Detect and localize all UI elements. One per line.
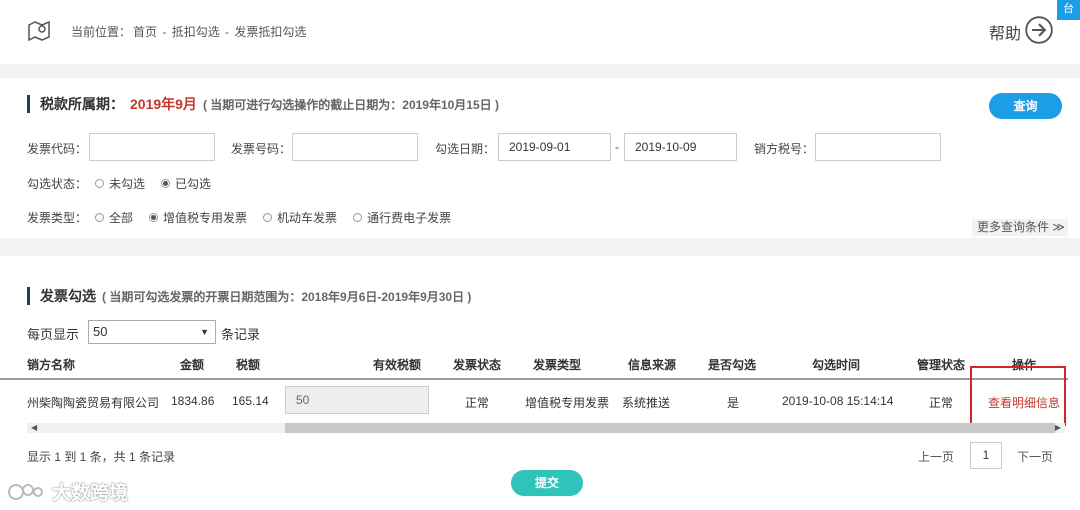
arrow-right-circle-icon[interactable] (1025, 16, 1053, 44)
watermark: 大数跨境 (6, 478, 128, 505)
next-page-button[interactable]: 下一页 (1017, 448, 1053, 465)
highlight-box (970, 366, 1066, 426)
per-page-value: 50 (93, 324, 108, 339)
tax-period-header: 税款所属期： 2019年9月 ( 当期可进行勾选操作的截止日期为：2019年10… (27, 94, 499, 114)
breadcrumb-level2: 发票抵扣勾选 (234, 25, 307, 39)
help-link[interactable]: 帮助 (989, 20, 1021, 44)
radio-label[interactable]: 全部 (109, 209, 133, 226)
breadcrumb-sep: - (159, 25, 170, 39)
col-header-source[interactable]: 信息来源 (628, 356, 676, 373)
col-header-tax[interactable]: 税额 (236, 356, 260, 373)
breadcrumb: 当前位置： 首页 - 抵扣勾选 - 发票抵扣勾选 (71, 23, 308, 40)
watermark-text: 大数跨境 (52, 483, 129, 504)
radio-toll-e-invoice[interactable] (353, 213, 363, 222)
radio-label[interactable]: 通行费电子发票 (367, 209, 451, 226)
record-summary: 显示 1 到 1 条，共 1 条记录 (27, 450, 176, 464)
radio-vat-special[interactable] (149, 213, 159, 222)
seller-tax-label: 销方税号： (754, 142, 815, 156)
header-divider (0, 378, 1068, 380)
map-location-icon (28, 20, 50, 41)
col-header-manage-status[interactable]: 管理状态 (917, 356, 965, 373)
invoice-section-title: 发票勾选 (40, 288, 96, 304)
section-marker (27, 287, 30, 305)
radio-label[interactable]: 增值税专用发票 (163, 209, 247, 226)
cell-type: 增值税专用发票 (525, 396, 610, 410)
invoice-number-label: 发票号码： (231, 142, 292, 156)
invoice-type-group: 发票类型： 全部 增值税专用发票 机动车发票 通行费电子发票 (27, 209, 451, 226)
current-page-button[interactable]: 1 (970, 442, 1002, 469)
cell-tax: 165.14 (232, 394, 269, 408)
valid-tax-input[interactable]: 50 (285, 386, 429, 414)
invoice-number-input[interactable] (292, 133, 418, 161)
breadcrumb-sep: - (221, 25, 233, 39)
scroll-right-icon[interactable]: ▶ (1055, 423, 1061, 433)
date-separator: - (615, 140, 619, 154)
cell-check-time: 2019-10-08 15:14:14 (782, 394, 894, 408)
top-bar: 当前位置： 首页 - 抵扣勾选 - 发票抵扣勾选 帮助 台 (0, 0, 1080, 64)
per-page-label: 每页显示 (27, 327, 80, 342)
brand-logo-icon (8, 483, 43, 500)
breadcrumb-home[interactable]: 首页 (133, 25, 157, 39)
check-status-group: 勾选状态： 未勾选 已勾选 (27, 175, 211, 192)
prev-page-button[interactable]: 上一页 (918, 448, 954, 465)
invoice-code-input[interactable] (89, 133, 215, 161)
radio-label[interactable]: 已勾选 (175, 175, 211, 192)
col-header-check-time[interactable]: 勾选时间 (812, 356, 860, 373)
scroll-thumb[interactable] (285, 423, 1055, 433)
corner-tab[interactable]: 台 (1057, 0, 1080, 20)
tax-period-note: ( 当期可进行勾选操作的截止日期为：2019年10月15日 ) (202, 97, 499, 112)
radio-label[interactable]: 机动车发票 (277, 209, 337, 226)
horizontal-scrollbar[interactable]: ◀ ▶ (27, 423, 1065, 433)
col-header-valid-tax[interactable]: 有效税额 (373, 356, 421, 373)
cell-checked: 是 (727, 396, 740, 410)
cell-status: 正常 (465, 396, 490, 410)
cell-amount: 1834.86 (171, 394, 215, 408)
check-date-label: 勾选日期： (435, 142, 496, 156)
more-conditions-toggle[interactable]: 更多查询条件 ≫ (972, 219, 1068, 236)
breadcrumb-level1[interactable]: 抵扣勾选 (172, 25, 220, 39)
col-header-type[interactable]: 发票类型 (533, 356, 581, 373)
col-header-amount[interactable]: 金额 (180, 356, 204, 373)
caret-down-icon: ▼ (200, 327, 209, 337)
cell-source: 系统推送 (622, 396, 671, 410)
section-marker (27, 95, 30, 113)
tax-period-value: 2019年9月 (130, 96, 197, 112)
col-header-seller[interactable]: 销方名称 (27, 356, 75, 373)
seller-tax-input[interactable] (815, 133, 941, 161)
col-header-checked[interactable]: 是否勾选 (708, 356, 756, 373)
invoice-section-header: 发票勾选 ( 当期可勾选发票的开票日期范围为：2018年9月6日-2019年9月… (27, 286, 471, 306)
invoice-type-label: 发票类型： (27, 211, 88, 225)
per-page-suffix: 条记录 (221, 327, 261, 342)
radio-label[interactable]: 未勾选 (109, 175, 145, 192)
invoice-code-label: 发票代码： (27, 142, 88, 156)
invoice-panel: 发票勾选 ( 当期可勾选发票的开票日期范围为：2018年9月6日-2019年9月… (0, 256, 1080, 510)
invoice-section-note: ( 当期可勾选发票的开票日期范围为：2018年9月6日-2019年9月30日 ) (102, 289, 472, 304)
date-from-input[interactable]: 2019-09-01 (498, 133, 611, 161)
breadcrumb-prefix: 当前位置： (71, 25, 132, 39)
radio-checked[interactable] (161, 179, 171, 188)
col-header-status[interactable]: 发票状态 (453, 356, 501, 373)
cell-seller: 州柴陶陶瓷贸易有限公司 (27, 396, 160, 410)
query-button[interactable]: 查询 (989, 93, 1062, 119)
tax-period-title: 税款所属期： (40, 96, 124, 112)
scroll-left-icon[interactable]: ◀ (31, 423, 37, 433)
query-panel: 税款所属期： 2019年9月 ( 当期可进行勾选操作的截止日期为：2019年10… (0, 78, 1080, 238)
radio-all[interactable] (95, 213, 105, 222)
check-status-label: 勾选状态： (27, 177, 88, 191)
submit-button[interactable]: 提交 (511, 470, 583, 496)
per-page-select[interactable]: 50 ▼ (88, 320, 216, 344)
radio-unchecked[interactable] (95, 179, 105, 188)
radio-motor-vehicle[interactable] (263, 213, 273, 222)
cell-manage-status: 正常 (929, 396, 954, 410)
date-to-input[interactable]: 2019-10-09 (624, 133, 737, 161)
